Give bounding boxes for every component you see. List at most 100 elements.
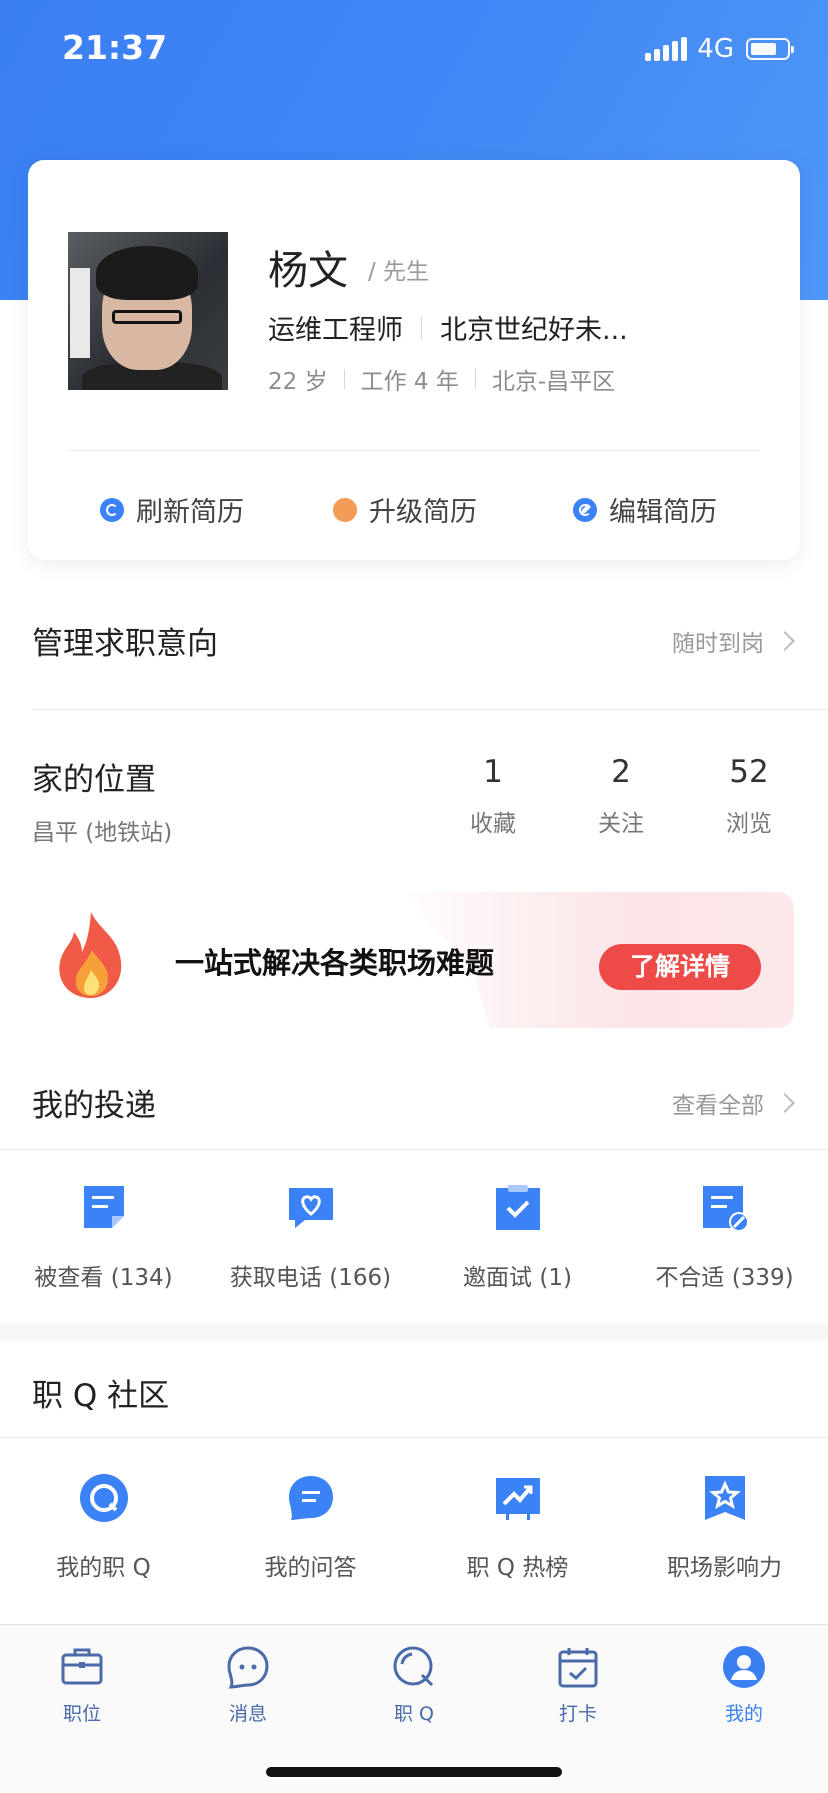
stat-favorites[interactable]: 1 收藏 — [448, 754, 538, 838]
community-hot-list[interactable]: 职 Q 热榜 — [414, 1474, 621, 1582]
delivery-phone[interactable]: 获取电话 (166) — [207, 1184, 414, 1292]
delivery-label: 被查看 (134) — [34, 1265, 173, 1291]
divider — [0, 1149, 828, 1150]
tab-label: 消息 — [228, 1703, 267, 1725]
profile-position: 运维工程师 — [268, 315, 403, 346]
q-icon — [79, 1474, 128, 1522]
chevron-right-icon — [775, 630, 795, 651]
message-icon — [226, 1645, 270, 1689]
banner-text: 一站式解决各类职场难题 — [175, 946, 495, 980]
tab-messages[interactable]: 消息 — [198, 1645, 298, 1726]
stat-following[interactable]: 2 关注 — [576, 754, 666, 838]
profile-age: 22 岁 — [268, 369, 328, 395]
deliveries-header[interactable]: 我的投递 查看全部 — [32, 1080, 795, 1125]
divider — [343, 369, 345, 389]
stat-label: 关注 — [598, 811, 644, 837]
profile-experience: 工作 4 年 — [360, 369, 459, 395]
delivery-label: 不合适 (339) — [655, 1265, 794, 1291]
divider — [0, 1437, 828, 1438]
status-time: 21:37 — [62, 28, 168, 67]
job-intent-row[interactable]: 管理求职意向 随时到岗 — [32, 618, 795, 663]
community-grid: 我的职 Q 我的问答 职 Q 热榜 职场影响力 — [0, 1474, 828, 1582]
job-intent-label: 管理求职意向 — [32, 626, 218, 662]
tab-label: 职位 — [62, 1703, 101, 1725]
stat-num: 2 — [611, 754, 631, 790]
tab-label: 职 Q — [394, 1703, 434, 1725]
profile-location: 北京-昌平区 — [491, 369, 616, 395]
profile-company: 北京世纪好未... — [440, 315, 628, 346]
community-title: 职 Q 社区 — [32, 1378, 170, 1414]
stat-label: 收藏 — [470, 811, 516, 837]
refresh-icon — [100, 497, 124, 522]
delivery-rejected[interactable]: 不合适 (339) — [621, 1184, 828, 1292]
battery-icon — [746, 38, 794, 60]
delivery-label: 邀面试 (1) — [463, 1265, 572, 1291]
chat-icon — [287, 1474, 335, 1522]
delivery-viewed[interactable]: 被查看 (134) — [0, 1184, 207, 1292]
divider — [32, 709, 828, 710]
flame-icon — [59, 912, 122, 998]
home-location[interactable]: 家的位置 昌平 (地铁站) — [32, 754, 172, 847]
meta-row: 22 岁 工作 4 年 北京-昌平区 — [268, 362, 615, 396]
upgrade-icon — [333, 497, 357, 522]
community-label: 我的职 Q — [56, 1555, 151, 1581]
tab-me[interactable]: 我的 — [694, 1645, 794, 1726]
tab-zhiq[interactable]: 职 Q — [364, 1645, 464, 1726]
delivery-interview[interactable]: 邀面试 (1) — [414, 1184, 621, 1292]
q-icon — [392, 1645, 436, 1689]
profile-name: 杨文 — [268, 248, 348, 294]
community-my-q[interactable]: 我的职 Q — [0, 1474, 207, 1582]
signal-icon — [645, 37, 688, 61]
delivery-label: 获取电话 (166) — [229, 1265, 392, 1291]
tab-checkin[interactable]: 打卡 — [528, 1645, 628, 1726]
community-influence[interactable]: 职场影响力 — [621, 1474, 828, 1582]
doc-rejected-icon — [701, 1184, 749, 1232]
briefcase-icon — [60, 1645, 104, 1689]
trend-icon — [494, 1474, 542, 1522]
section-gap — [0, 1324, 828, 1340]
stat-num: 52 — [729, 754, 769, 790]
refresh-resume-label: 刷新简历 — [136, 497, 244, 528]
deliveries-grid: 被查看 (134) 获取电话 (166) 邀面试 (1) 不合适 (339) — [0, 1184, 828, 1292]
calendar-check-icon — [556, 1645, 600, 1689]
tab-jobs[interactable]: 职位 — [32, 1645, 132, 1726]
profile-title-suffix: / 先生 — [368, 259, 430, 285]
clipboard-check-icon — [494, 1184, 542, 1232]
community-label: 我的问答 — [264, 1555, 357, 1581]
tab-label: 我的 — [724, 1703, 763, 1725]
tab-bar: 职位 消息 职 Q 打卡 我的 — [0, 1624, 828, 1793]
tab-label: 打卡 — [558, 1703, 597, 1725]
edit-resume-button[interactable]: 编辑简历 — [573, 490, 717, 529]
divider — [474, 369, 476, 389]
deliveries-title: 我的投递 — [32, 1088, 156, 1124]
refresh-resume-button[interactable]: 刷新简历 — [100, 490, 244, 529]
stat-label: 浏览 — [726, 811, 772, 837]
status-indicators: 4G — [645, 34, 794, 64]
pencil-icon — [573, 497, 597, 522]
network-label: 4G — [697, 34, 734, 64]
chevron-right-icon — [775, 1092, 795, 1113]
doc-viewed-icon — [80, 1184, 128, 1232]
avatar[interactable] — [68, 232, 228, 390]
job-row: 运维工程师 北京世纪好未... — [268, 308, 628, 347]
stat-views[interactable]: 52 浏览 — [704, 754, 794, 838]
job-intent-value: 随时到岗 — [672, 630, 764, 657]
promo-banner[interactable]: 一站式解决各类职场难题 了解详情 — [30, 892, 794, 1028]
home-indicator — [266, 1767, 562, 1777]
star-badge-icon — [701, 1474, 749, 1522]
community-label: 职场影响力 — [667, 1555, 782, 1581]
home-label: 家的位置 — [32, 762, 156, 798]
upgrade-resume-button[interactable]: 升级简历 — [333, 490, 477, 529]
learn-more-button[interactable]: 了解详情 — [599, 944, 761, 990]
heart-chat-icon — [287, 1184, 335, 1232]
user-icon — [722, 1645, 766, 1689]
profile-card[interactable]: 杨文 / 先生 运维工程师 北京世纪好未... 22 岁 工作 4 年 北京-昌… — [28, 160, 800, 560]
upgrade-resume-label: 升级简历 — [369, 497, 477, 528]
divider — [421, 316, 422, 339]
home-value: 昌平 (地铁站) — [32, 820, 173, 846]
stat-num: 1 — [483, 754, 503, 790]
edit-resume-label: 编辑简历 — [609, 497, 717, 528]
community-label: 职 Q 热榜 — [466, 1555, 569, 1581]
community-my-answers[interactable]: 我的问答 — [207, 1474, 414, 1582]
deliveries-more: 查看全部 — [672, 1092, 764, 1119]
